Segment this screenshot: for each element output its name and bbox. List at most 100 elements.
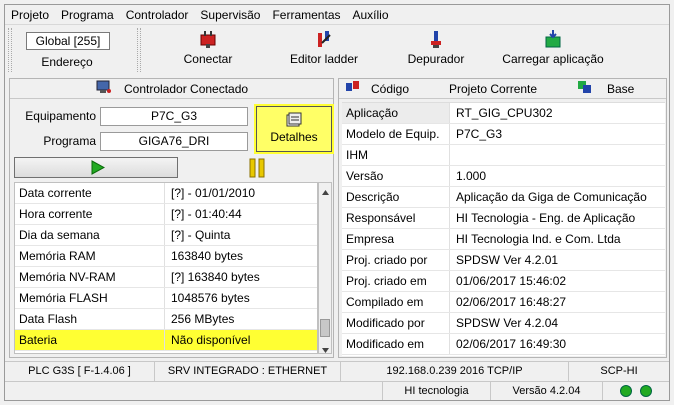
project-value: RT_GIG_CPU302: [456, 105, 553, 120]
project-key: Empresa: [342, 229, 450, 249]
project-value: Aplicação da Giga de Comunicação: [456, 189, 647, 204]
project-key: Compilado em: [342, 292, 450, 312]
info-key: Hora corrente: [15, 204, 165, 224]
col-base[interactable]: Base: [607, 82, 634, 96]
info-value: 1048576 bytes: [171, 290, 250, 305]
status-srv: SRV INTEGRADO : ETHERNET: [155, 362, 341, 381]
table-row[interactable]: Empresa HI Tecnologia Ind. e Com. Ltda: [342, 229, 665, 250]
status-empty: [5, 382, 383, 400]
ladder-editor-icon: [281, 29, 367, 51]
list-item[interactable]: Memória RAM 163840 bytes: [15, 246, 317, 267]
col-projeto-corrente[interactable]: Projeto Corrente: [449, 82, 577, 96]
menu-supervisao[interactable]: Supervisão: [194, 5, 266, 25]
table-row[interactable]: Aplicação RT_GIG_CPU302: [342, 103, 665, 124]
status-version: Versão 4.2.04: [491, 382, 603, 400]
depurador-label: Depurador: [407, 52, 465, 66]
table-row[interactable]: Proj. criado por SPDSW Ver 4.2.01: [342, 250, 665, 271]
list-item[interactable]: Hora corrente [?] - 01:40:44: [15, 204, 317, 225]
project-value: SPDSW Ver 4.2.04: [456, 315, 559, 330]
info-key: Memória NV-RAM: [15, 267, 165, 287]
programa-label: Programa: [43, 134, 96, 148]
table-row[interactable]: Modificado por SPDSW Ver 4.2.04: [342, 313, 665, 334]
address-field[interactable]: Global [255]: [26, 32, 110, 50]
menu-ferramentas[interactable]: Ferramentas: [266, 5, 346, 25]
table-row[interactable]: Proj. criado em 01/06/2017 15:46:02: [342, 271, 665, 292]
project-code-icon: [345, 80, 363, 97]
carregar-aplicacao-label: Carregar aplicação: [502, 52, 604, 66]
scroll-thumb[interactable]: [320, 319, 330, 337]
scroll-up-icon[interactable]: [321, 185, 330, 199]
info-key: Bateria: [15, 330, 165, 350]
editor-ladder-button[interactable]: Editor ladder: [281, 29, 367, 73]
project-key: Versão: [342, 166, 450, 186]
info-key: Data corrente: [15, 183, 165, 203]
info-key: Memória FLASH: [15, 288, 165, 308]
status-bar-connection: PLC G3S [ F-1.4.06 ] SRV INTEGRADO : ETH…: [5, 361, 669, 381]
table-row[interactable]: Modificado em 02/06/2017 16:49:30: [342, 334, 665, 355]
info-value: 163840 bytes: [171, 248, 244, 263]
project-value: 02/06/2017 16:48:27: [456, 294, 567, 309]
list-item[interactable]: Data corrente [?] - 01/01/2010: [15, 183, 317, 204]
menu-projeto[interactable]: Projeto: [5, 5, 55, 25]
scroll-down-icon[interactable]: [321, 343, 330, 357]
controller-panel-header: Controlador Conectado: [10, 79, 333, 99]
equipamento-label: Equipamento: [25, 109, 96, 123]
list-item[interactable]: Memória NV-RAM [?] 163840 bytes: [15, 267, 317, 288]
table-row[interactable]: Responsável HI Tecnologia - Eng. de Aplic…: [342, 208, 665, 229]
table-row[interactable]: Compilado em 02/06/2017 16:48:27: [342, 292, 665, 313]
vertical-scrollbar[interactable]: [318, 182, 332, 354]
controller-panel-title: Controlador Conectado: [124, 81, 249, 96]
project-value: HI Tecnologia - Eng. de Aplicação: [456, 210, 636, 225]
project-value: 01/06/2017 15:46:02: [456, 273, 567, 288]
project-value: SPDSW Ver 4.2.01: [456, 252, 559, 267]
toolbar: Global [255] Endereço Conectar Editor la…: [5, 26, 669, 75]
project-panel-header: Código Projeto Corrente Base: [339, 79, 666, 99]
project-info-list: Aplicação RT_GIG_CPU302 Modelo de Equip. P…: [342, 102, 665, 356]
main-window: Projeto Programa Controlador Supervisão …: [4, 4, 670, 401]
list-item[interactable]: Dia da semana [?] - Quinta: [15, 225, 317, 246]
project-key: Modificado por: [342, 313, 450, 333]
info-value: [?] 163840 bytes: [171, 269, 260, 284]
conectar-label: Conectar: [183, 52, 233, 66]
menu-controlador[interactable]: Controlador: [120, 5, 195, 25]
info-value: Não disponível: [171, 332, 251, 347]
menu-auxilio[interactable]: Auxílio: [347, 5, 395, 25]
list-item[interactable]: Memória FLASH 1048576 bytes: [15, 288, 317, 309]
info-value: [?] - 01/01/2010: [171, 185, 256, 200]
conectar-button[interactable]: Conectar: [173, 29, 243, 73]
project-key: Aplicação: [342, 103, 450, 123]
address-label: Endereço: [41, 55, 93, 69]
project-key: Descrição: [342, 187, 450, 207]
project-value: 1.000: [456, 168, 487, 183]
list-item[interactable]: Data Flash 256 MBytes: [15, 309, 317, 330]
table-row[interactable]: Descrição Aplicação da Giga de Comunicaçã…: [342, 187, 665, 208]
equipamento-field[interactable]: P7C_G3: [100, 107, 248, 126]
debugger-icon: [401, 29, 471, 51]
run-button[interactable]: [14, 157, 178, 178]
details-icon: [257, 112, 331, 130]
list-item-bateria[interactable]: Bateria Não disponível: [15, 330, 317, 351]
col-codigo[interactable]: Código: [371, 82, 449, 96]
carregar-aplicacao-button[interactable]: Carregar aplicação: [495, 29, 611, 73]
status-ip: 192.168.0.239 2016 TCP/IP: [341, 362, 569, 381]
table-row[interactable]: IHM: [342, 145, 665, 166]
info-value: [?] - Quinta: [171, 227, 231, 242]
detalhes-button[interactable]: Detalhes: [254, 104, 334, 154]
project-value: 02/06/2017 16:49:30: [456, 336, 567, 351]
project-key: Proj. criado por: [342, 250, 450, 270]
editor-ladder-label: Editor ladder: [289, 52, 359, 66]
led-green-icon: [620, 385, 633, 397]
project-key: Modificado em: [342, 334, 450, 354]
project-value: P7C_G3: [456, 126, 503, 141]
pause-button[interactable]: [246, 158, 268, 178]
menu-programa[interactable]: Programa: [55, 5, 120, 25]
depurador-button[interactable]: Depurador: [401, 29, 471, 73]
controller-icon: [96, 80, 114, 97]
table-row[interactable]: Versão 1.000: [342, 166, 665, 187]
info-key: Data Flash: [15, 309, 165, 329]
table-row[interactable]: Modelo de Equip. P7C_G3: [342, 124, 665, 145]
controller-info-list: Data corrente [?] - 01/01/2010 Hora corre…: [14, 182, 318, 354]
programa-field[interactable]: GIGA76_DRI: [100, 132, 248, 151]
status-leds: [603, 382, 669, 400]
info-key: Dia da semana: [15, 225, 165, 245]
